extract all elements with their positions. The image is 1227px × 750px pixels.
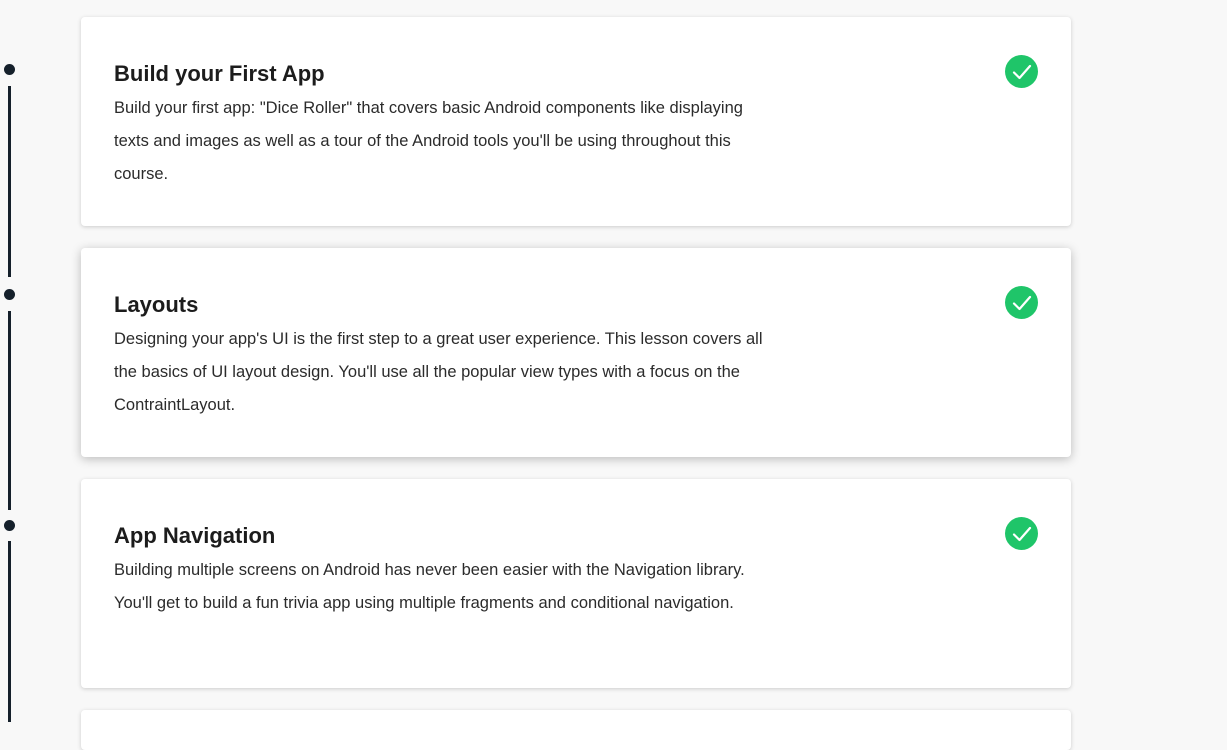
lesson-card[interactable]: App Navigation Building multiple screens… [81, 479, 1071, 688]
timeline-dot [4, 520, 15, 531]
lesson-card[interactable]: Build your First App Build your first ap… [81, 17, 1071, 226]
completed-check-icon [1005, 55, 1038, 88]
lesson-card-partial[interactable] [81, 710, 1071, 750]
lesson-description: Build your first app: "Dice Roller" that… [114, 99, 743, 183]
completed-check-icon [1005, 286, 1038, 319]
lesson-title: Layouts [114, 292, 199, 317]
completed-check-icon [1005, 517, 1038, 550]
lesson-title: Build your First App [114, 61, 325, 86]
timeline-line [8, 541, 11, 722]
timeline-line [8, 311, 11, 510]
lesson-description: Designing your app's UI is the first ste… [114, 330, 763, 414]
lesson-title: App Navigation [114, 523, 276, 548]
timeline-dot [4, 64, 15, 75]
timeline-dot [4, 289, 15, 300]
lesson-card[interactable]: Layouts Designing your app's UI is the f… [81, 248, 1071, 457]
timeline-line [8, 86, 11, 277]
lesson-description: Building multiple screens on Android has… [114, 561, 745, 612]
lesson-timeline [0, 0, 40, 722]
